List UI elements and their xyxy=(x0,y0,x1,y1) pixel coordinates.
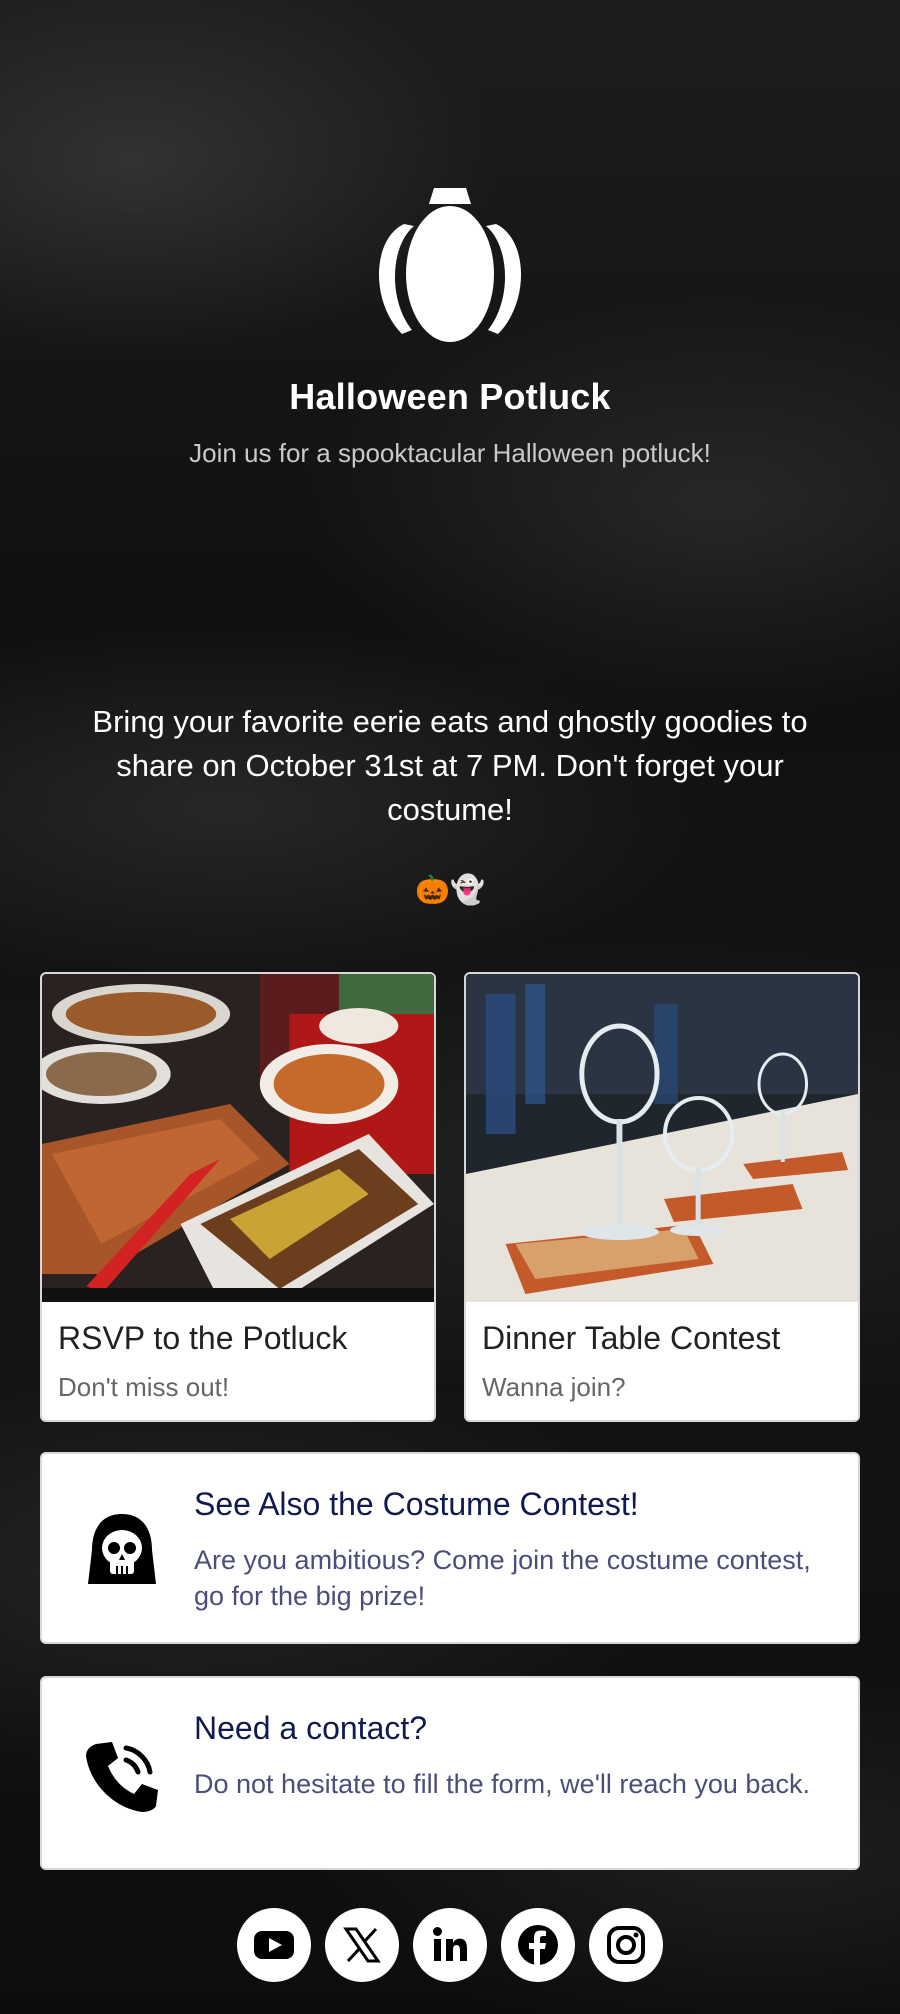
dinner-card-subtitle: Wanna join? xyxy=(482,1372,626,1402)
dinner-table-photo xyxy=(466,974,858,1302)
rsvp-card-title: RSVP to the Potluck xyxy=(58,1320,348,1356)
youtube-icon[interactable] xyxy=(237,1908,311,1982)
social-links xyxy=(237,1908,663,1982)
emoji-decoration: 🎃👻 xyxy=(415,874,485,905)
contact-card-text: Do not hesitate to fill the form, we'll … xyxy=(194,1769,810,1799)
costume-card-title: See Also the Costume Contest! xyxy=(194,1486,639,1522)
costume-card-text: Are you ambitious? Come join the costume… xyxy=(194,1545,811,1611)
phone-call-icon xyxy=(86,1742,158,1812)
event-description: Bring your favorite eerie eats and ghost… xyxy=(92,704,808,827)
costume-contest-card[interactable]: See Also the Costume Contest! Are you am… xyxy=(40,1452,860,1644)
rsvp-card[interactable]: RSVP to the Potluck Don't miss out! xyxy=(40,972,436,1422)
page-subtitle: Join us for a spooktacular Halloween pot… xyxy=(189,438,711,468)
facebook-icon[interactable] xyxy=(501,1908,575,1982)
instagram-icon[interactable] xyxy=(589,1908,663,1982)
pumpkin-logo-icon xyxy=(378,188,522,342)
dinner-table-card[interactable]: Dinner Table Contest Wanna join? xyxy=(464,972,860,1422)
ghost-skull-icon xyxy=(88,1514,156,1584)
dinner-card-title: Dinner Table Contest xyxy=(482,1320,781,1356)
potluck-food-photo xyxy=(42,974,434,1302)
contact-card-title: Need a contact? xyxy=(194,1710,428,1746)
x-icon[interactable] xyxy=(325,1908,399,1982)
rsvp-card-subtitle: Don't miss out! xyxy=(58,1372,230,1402)
linkedin-icon[interactable] xyxy=(413,1908,487,1982)
contact-card[interactable]: Need a contact? Do not hesitate to fill … xyxy=(40,1676,860,1870)
page-title: Halloween Potluck xyxy=(289,376,611,417)
